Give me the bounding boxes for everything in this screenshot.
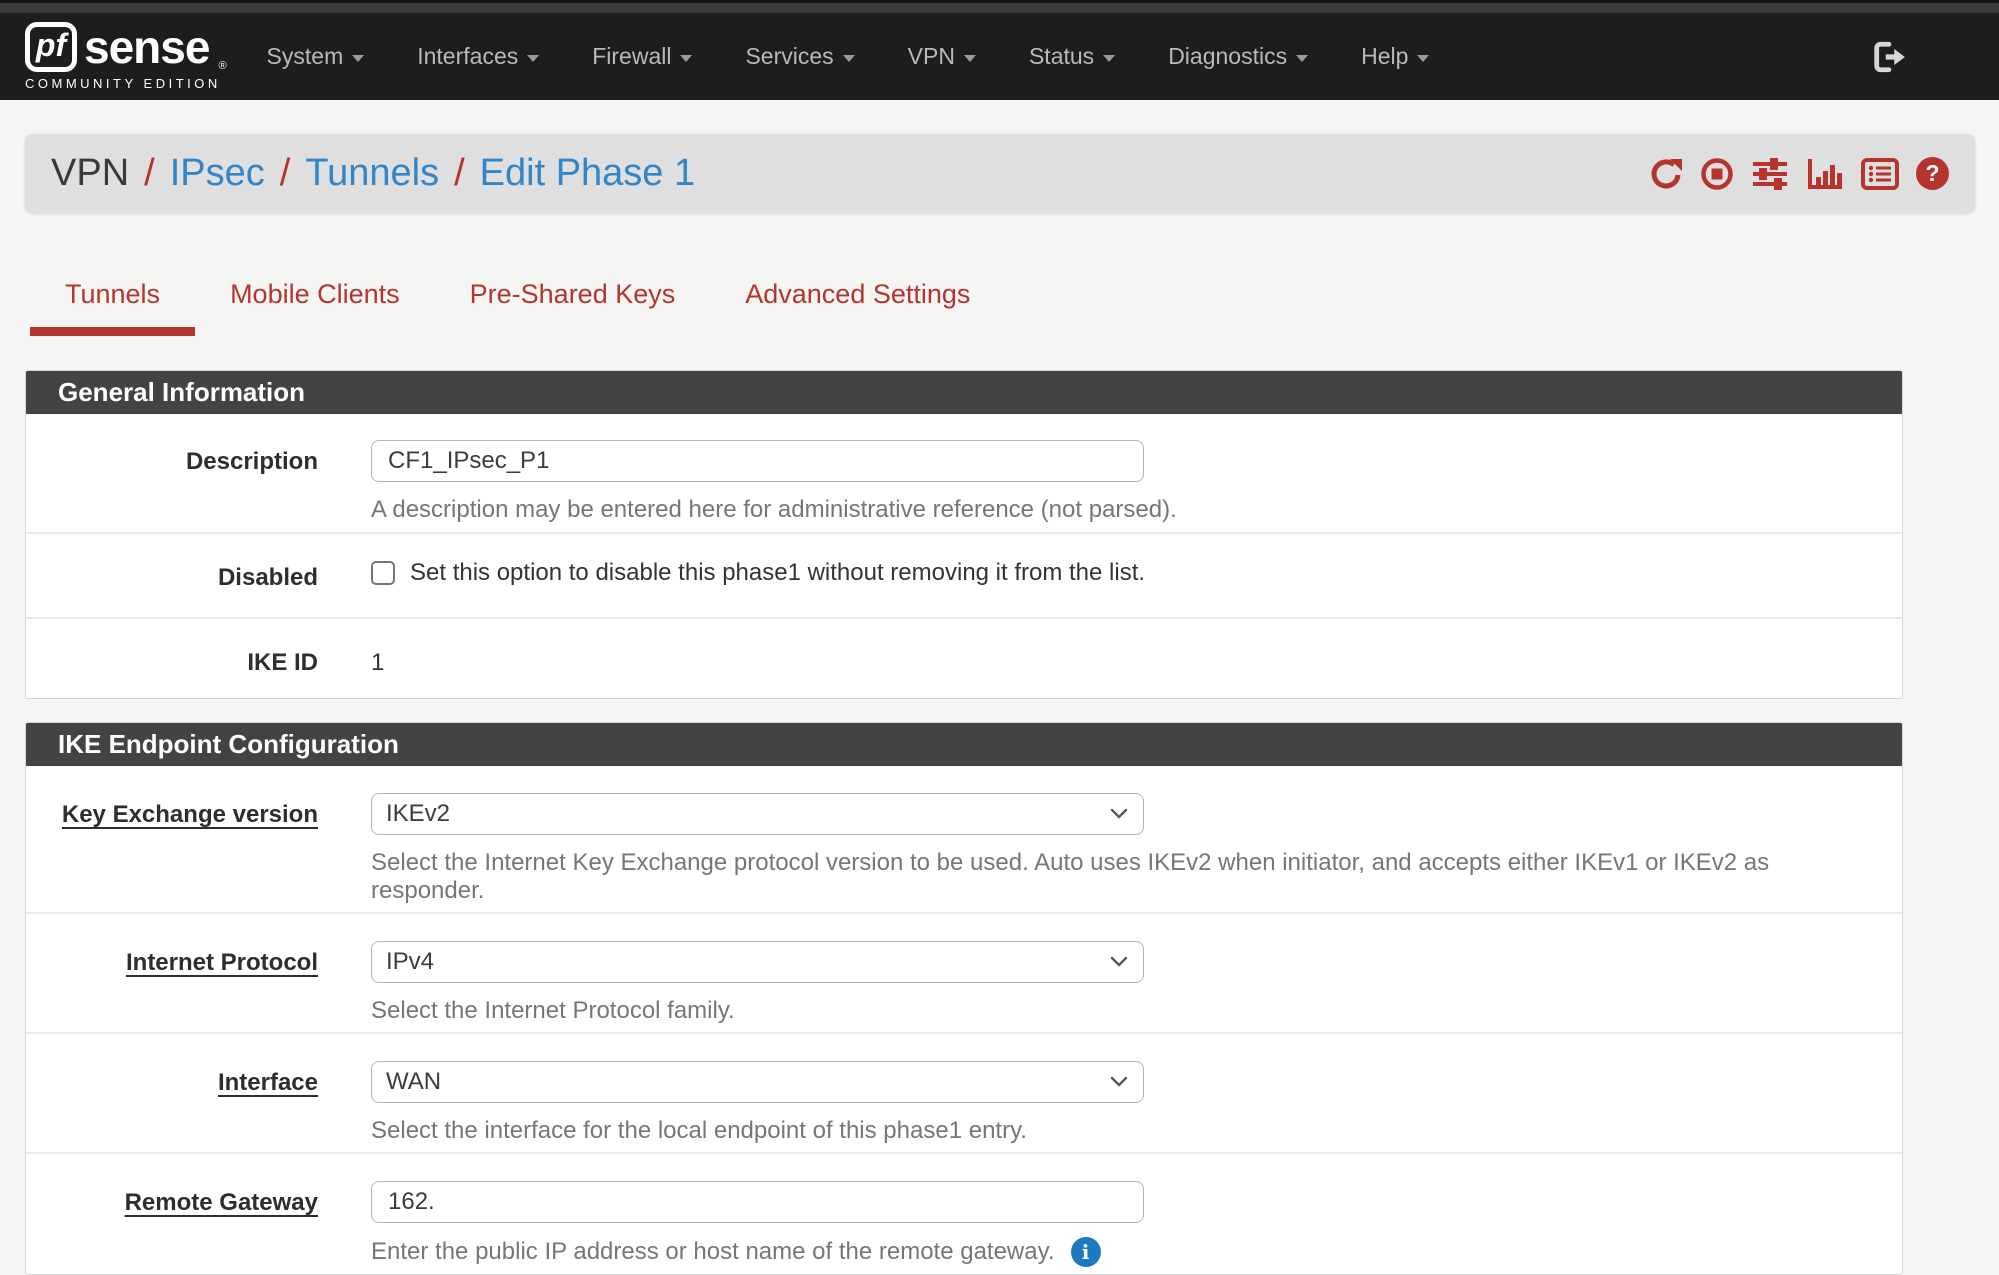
remote-gateway-input[interactable] — [371, 1181, 1144, 1223]
breadcrumb-separator: / — [454, 152, 465, 195]
disabled-label: Disabled — [26, 556, 318, 593]
log-icon[interactable] — [1861, 157, 1899, 191]
form-row-ike-id: IKE ID 1 — [26, 617, 1902, 698]
breadcrumb-link-edit-phase1[interactable]: Edit Phase 1 — [480, 152, 695, 195]
help-icon[interactable]: ? — [1916, 157, 1949, 190]
nav-item-diagnostics[interactable]: Diagnostics — [1168, 43, 1308, 70]
breadcrumb-separator: / — [144, 152, 155, 195]
chevron-down-icon — [527, 55, 539, 62]
disabled-checkbox-label: Set this option to disable this phase1 w… — [410, 559, 1145, 587]
ike-id-value: 1 — [371, 641, 1872, 677]
chevron-down-icon — [680, 55, 692, 62]
pf-logo-box: pf — [25, 22, 77, 72]
interface-help: Select the interface for the local endpo… — [371, 1117, 1872, 1145]
key-exchange-version-label: Key Exchange version — [26, 793, 318, 905]
description-input[interactable] — [371, 440, 1144, 482]
nav-item-help[interactable]: Help — [1361, 43, 1429, 70]
tab-tunnels[interactable]: Tunnels — [30, 263, 195, 327]
ike-id-label: IKE ID — [26, 641, 318, 678]
nav-item-services[interactable]: Services — [745, 43, 854, 70]
chevron-down-icon — [1417, 55, 1429, 62]
edition-label: COMMUNITY EDITION — [25, 76, 227, 91]
key-exchange-version-select[interactable]: IKEv2 — [371, 793, 1144, 835]
nav-item-status[interactable]: Status — [1029, 43, 1115, 70]
nav-item-label: Services — [745, 43, 833, 70]
tab-advanced-settings[interactable]: Advanced Settings — [710, 263, 1005, 327]
form-row-key-exchange-version: Key Exchange version IKEv2 Select the In… — [26, 766, 1902, 912]
nav-item-system[interactable]: System — [267, 43, 365, 70]
internet-protocol-label: Internet Protocol — [26, 941, 318, 1025]
interface-select[interactable]: WAN — [371, 1061, 1144, 1103]
nav-item-label: Status — [1029, 43, 1094, 70]
form-row-internet-protocol: Internet Protocol IPv4 Select the Intern… — [26, 912, 1902, 1032]
form-row-disabled: Disabled Set this option to disable this… — [26, 532, 1902, 617]
tab-mobile-clients[interactable]: Mobile Clients — [195, 263, 435, 327]
registered-mark: ® — [218, 60, 226, 72]
info-icon[interactable]: i — [1071, 1237, 1101, 1267]
refresh-icon[interactable] — [1649, 157, 1683, 191]
panel-header: IKE Endpoint Configuration — [26, 723, 1902, 766]
form-row-interface: Interface WAN Select the interface for t… — [26, 1032, 1902, 1152]
chevron-down-icon — [964, 55, 976, 62]
window-top-strip — [0, 0, 1999, 13]
sign-out-icon[interactable] — [1873, 41, 1907, 73]
sliders-icon[interactable] — [1751, 157, 1789, 191]
internet-protocol-help: Select the Internet Protocol family. — [371, 997, 1872, 1025]
form-row-description: Description A description may be entered… — [26, 414, 1902, 532]
disabled-checkbox[interactable] — [371, 561, 395, 585]
page-tabs: Tunnels Mobile Clients Pre-Shared Keys A… — [30, 263, 1999, 327]
description-label: Description — [26, 440, 318, 524]
panel-title: General Information — [58, 377, 305, 408]
panel-general-information: General Information Description A descri… — [25, 370, 1903, 699]
panel-title: IKE Endpoint Configuration — [58, 729, 399, 760]
description-help: A description may be entered here for ad… — [371, 496, 1872, 524]
stop-icon[interactable] — [1700, 157, 1734, 191]
chevron-down-icon — [1296, 55, 1308, 62]
breadcrumb-link-ipsec[interactable]: IPsec — [170, 152, 265, 195]
breadcrumb-section: VPN — [51, 152, 129, 195]
nav-item-label: Interfaces — [417, 43, 518, 70]
chevron-down-icon — [352, 55, 364, 62]
pfsense-logo[interactable]: pf sense ® COMMUNITY EDITION — [25, 22, 227, 91]
panel-ike-endpoint-configuration: IKE Endpoint Configuration Key Exchange … — [25, 722, 1903, 1275]
nav-item-firewall[interactable]: Firewall — [592, 43, 692, 70]
nav-item-label: System — [267, 43, 344, 70]
main-navbar: pf sense ® COMMUNITY EDITION System Inte… — [0, 13, 1999, 100]
breadcrumb: VPN / IPsec / Tunnels / Edit Phase 1 — [51, 152, 695, 195]
nav-item-interfaces[interactable]: Interfaces — [417, 43, 539, 70]
nav-item-vpn[interactable]: VPN — [908, 43, 976, 70]
breadcrumb-link-tunnels[interactable]: Tunnels — [305, 152, 439, 195]
nav-item-label: Help — [1361, 43, 1408, 70]
form-row-remote-gateway: Remote Gateway Enter the public IP addre… — [26, 1152, 1902, 1274]
key-exchange-version-help: Select the Internet Key Exchange protoco… — [371, 849, 1872, 905]
nav-item-label: Firewall — [592, 43, 671, 70]
breadcrumb-bar: VPN / IPsec / Tunnels / Edit Phase 1 — [25, 134, 1975, 213]
help-glyph: ? — [1916, 157, 1949, 190]
tab-pre-shared-keys[interactable]: Pre-Shared Keys — [435, 263, 711, 327]
remote-gateway-help: Enter the public IP address or host name… — [371, 1238, 1055, 1266]
bar-chart-icon[interactable] — [1806, 157, 1844, 191]
chevron-down-icon — [1103, 55, 1115, 62]
panel-header: General Information — [26, 371, 1902, 414]
remote-gateway-label: Remote Gateway — [26, 1181, 318, 1267]
nav-item-label: VPN — [908, 43, 955, 70]
chevron-down-icon — [843, 55, 855, 62]
status-toolbar: ? — [1649, 157, 1949, 191]
interface-label: Interface — [26, 1061, 318, 1145]
brand-name: sense — [84, 24, 209, 70]
breadcrumb-separator: / — [280, 152, 291, 195]
nav-menu: System Interfaces Firewall Services VPN … — [267, 43, 1430, 70]
nav-item-label: Diagnostics — [1168, 43, 1287, 70]
internet-protocol-select[interactable]: IPv4 — [371, 941, 1144, 983]
